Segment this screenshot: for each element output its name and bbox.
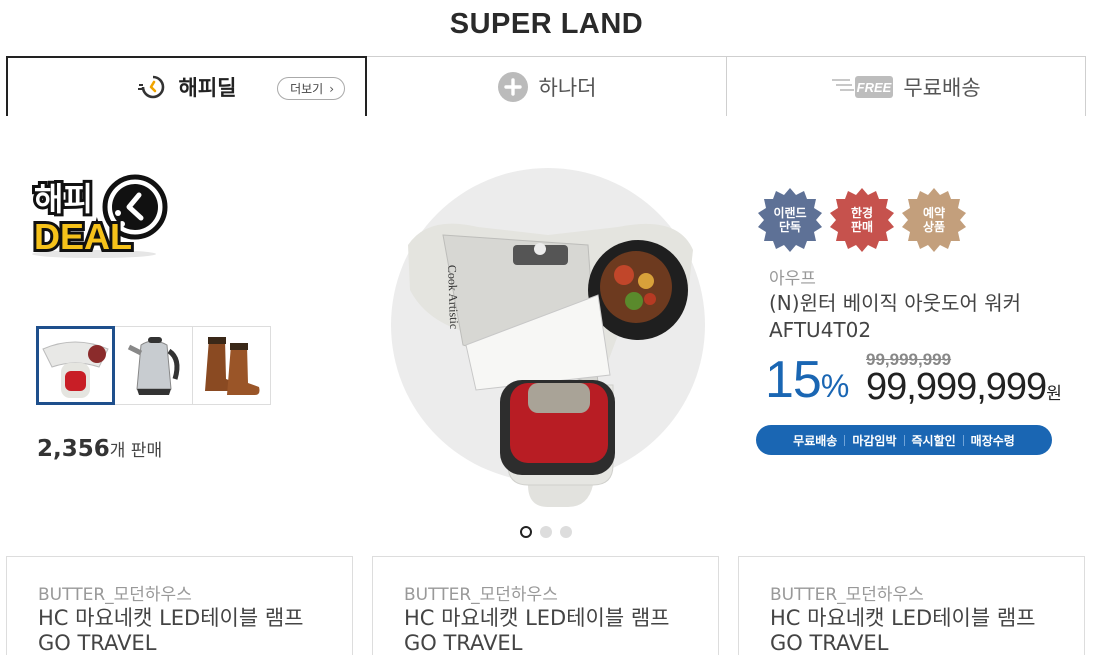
- deal-tabs: 해피딜 더보기 › 하나더 FREE 무료배송: [6, 56, 1086, 116]
- carousel-dot-1[interactable]: [520, 526, 532, 538]
- tab-happy-deal[interactable]: 해피딜 더보기 ›: [6, 56, 367, 116]
- badge-limited-sale: 한경 판매: [828, 186, 896, 254]
- card-subtitle: GO TRAVEL: [404, 631, 523, 655]
- card-subtitle: GO TRAVEL: [38, 631, 157, 655]
- svg-text:DEAL: DEAL: [34, 216, 132, 257]
- brown-boots-thumbnail[interactable]: [192, 326, 271, 405]
- product-card-2[interactable]: BUTTER_모던하우스 HC 마요네캣 LED테이블 램프 GO TRAVEL: [372, 556, 719, 655]
- sold-count-suffix: 개 판매: [109, 441, 163, 461]
- badge-eland-exclusive: 이랜드 단독: [756, 186, 824, 254]
- plus-circle-icon: [497, 71, 529, 103]
- product-name[interactable]: (N)윈터 베이직 아웃도어 워커 AFTU4T02: [769, 290, 1069, 344]
- product-brand[interactable]: 아우프: [769, 264, 816, 289]
- svg-text:해피: 해피: [34, 180, 93, 218]
- kitchen-gadget-thumbnail[interactable]: [36, 326, 115, 405]
- svg-text:FREE: FREE: [857, 80, 892, 95]
- badge-preorder: 예약 상품: [900, 186, 968, 254]
- chevron-right-icon: ›: [329, 81, 334, 96]
- badge-preorder-label: 예약 상품: [922, 206, 946, 234]
- tag-instant-discount: 즉시할인: [911, 433, 956, 448]
- electric-kettle-thumbnail[interactable]: [114, 326, 193, 405]
- tab-one-more-label: 하나더: [538, 75, 597, 100]
- happy-deal-logo: 해피 DEAL: [22, 162, 172, 262]
- currency-label: 원: [1046, 384, 1062, 403]
- more-button[interactable]: 더보기 ›: [277, 77, 345, 100]
- card-brand: BUTTER_모던하우스: [38, 585, 192, 605]
- carousel-dots: [520, 526, 580, 538]
- sale-price: 99,999,999원: [866, 366, 1062, 409]
- product-card-3[interactable]: BUTTER_모던하우스 HC 마요네캣 LED테이블 램프 GO TRAVEL: [738, 556, 1085, 655]
- sold-count: 2,356개 판매: [37, 436, 162, 462]
- card-title: HC 마요네캣 LED테이블 램프: [38, 606, 304, 630]
- badge-eland-exclusive-label: 이랜드 단독: [773, 206, 807, 234]
- tab-one-more[interactable]: 하나더: [366, 56, 727, 116]
- main-product-image[interactable]: Cook Artistic: [388, 165, 708, 510]
- sold-count-number: 2,356: [37, 436, 110, 462]
- thumbnail-list: [36, 326, 271, 405]
- tab-free-shipping[interactable]: FREE 무료배송: [726, 56, 1086, 116]
- card-title: HC 마요네캣 LED테이블 램프: [770, 606, 1036, 630]
- tag-store-pickup: 매장수령: [970, 433, 1015, 448]
- card-subtitle: GO TRAVEL: [770, 631, 889, 655]
- svg-text:Cook Artistic: Cook Artistic: [445, 265, 461, 330]
- site-title[interactable]: SUPER LAND: [0, 8, 1093, 41]
- card-brand: BUTTER_모던하우스: [404, 585, 558, 605]
- product-badges: 이랜드 단독 한경 판매 예약 상품: [756, 186, 972, 254]
- tag-closing-soon: 마감임박: [852, 433, 897, 448]
- carousel-dot-2[interactable]: [540, 526, 552, 538]
- free-shipping-icon: FREE: [831, 72, 894, 102]
- more-button-label: 더보기: [290, 82, 324, 96]
- carousel-dot-3[interactable]: [560, 526, 572, 538]
- discount-rate: 15%: [765, 350, 849, 410]
- clock-arrow-icon: [137, 71, 169, 103]
- sale-price-value: 99,999,999: [866, 366, 1047, 408]
- tag-free-shipping: 무료배송: [793, 433, 838, 448]
- tab-free-shipping-label: 무료배송: [903, 75, 981, 100]
- benefit-tags: 무료배송 마감임박 즉시할인 매장수령: [756, 425, 1052, 455]
- product-card-1[interactable]: BUTTER_모던하우스 HC 마요네캣 LED테이블 램프 GO TRAVEL: [6, 556, 353, 655]
- discount-number: 15: [765, 351, 822, 409]
- discount-unit: %: [820, 368, 850, 404]
- tab-happy-deal-label: 해피딜: [178, 76, 237, 100]
- card-brand: BUTTER_모던하우스: [770, 585, 924, 605]
- badge-limited-sale-label: 한경 판매: [850, 206, 874, 234]
- card-title: HC 마요네캣 LED테이블 램프: [404, 606, 670, 630]
